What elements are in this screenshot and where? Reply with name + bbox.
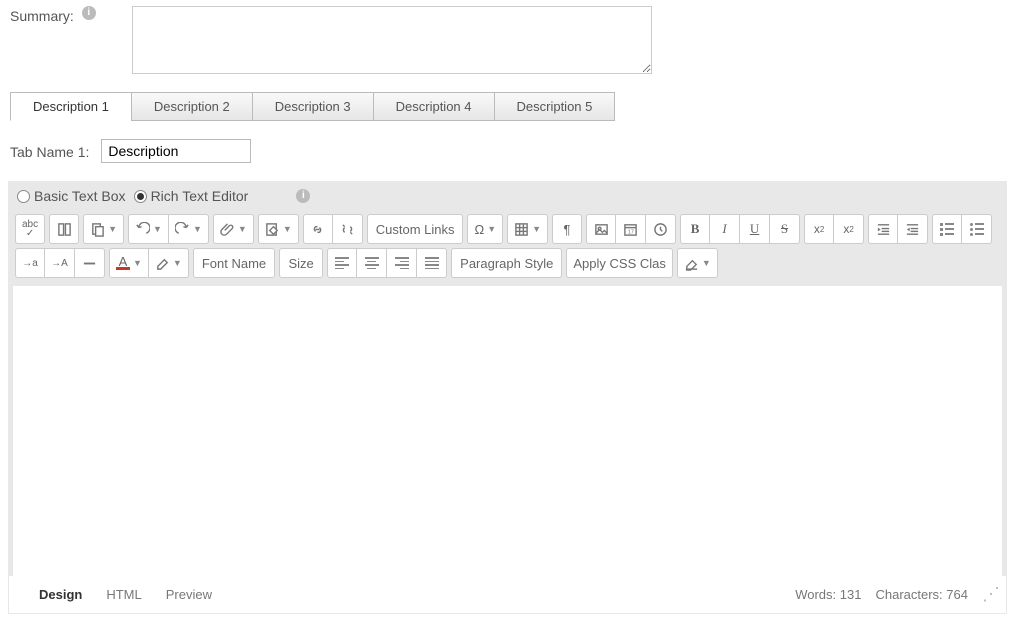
description-tabs: Description 1 Description 2 Description … [10,92,1015,121]
symbol-button[interactable]: Ω▼ [467,214,503,244]
time-button[interactable] [646,214,676,244]
radio-rich-text[interactable] [134,190,147,203]
table-button[interactable]: ▼ [507,214,548,244]
font-color-button[interactable]: A▼ [109,248,149,278]
undo-button[interactable]: ▼ [128,214,169,244]
info-icon[interactable]: i [82,6,96,20]
paste-button[interactable]: ▼ [83,214,124,244]
align-left-button[interactable] [327,248,357,278]
tab-name-label: Tab Name 1: [10,142,89,160]
subscript-button[interactable]: x2 [834,214,864,244]
view-tab-html[interactable]: HTML [106,587,141,602]
find-button[interactable] [49,214,79,244]
tab-description-1[interactable]: Description 1 [10,92,132,121]
redo-button[interactable]: ▼ [169,214,209,244]
tab-description-2[interactable]: Description 2 [131,92,253,121]
tab-description-3[interactable]: Description 3 [252,92,374,121]
radio-basic-label: Basic Text Box [34,188,126,204]
attachment-button[interactable]: ▼ [213,214,254,244]
tab-description-5[interactable]: Description 5 [494,92,616,121]
image-button[interactable] [586,214,616,244]
css-class-dropdown[interactable]: Apply CSS Clas [566,248,672,278]
info-icon[interactable]: i [296,189,310,203]
edit-button[interactable]: ▼ [258,214,299,244]
tab-name-input[interactable] [101,139,251,163]
char-count: Characters: 764 [875,587,968,602]
outdent-button[interactable] [898,214,928,244]
highlight-color-button[interactable]: ▼ [149,248,189,278]
radio-basic-text[interactable] [17,190,30,203]
word-count: Words: 131 [795,587,861,602]
summary-label: Summary: [10,6,74,24]
bold-button[interactable]: B [680,214,710,244]
tab-description-4[interactable]: Description 4 [373,92,495,121]
align-justify-button[interactable] [417,248,447,278]
unordered-list-button[interactable] [932,214,962,244]
strikethrough-button[interactable]: S [770,214,800,244]
paragraph-style-dropdown[interactable]: Paragraph Style [451,248,562,278]
text-direction-alt-button[interactable]: →A [45,248,75,278]
custom-links-button[interactable]: Custom Links [367,214,464,244]
align-center-button[interactable] [357,248,387,278]
italic-button[interactable]: I [710,214,740,244]
text-direction-button[interactable]: →a [15,248,45,278]
editor-footer: Design HTML Preview Words: 131 Character… [9,576,1006,613]
link-button[interactable] [303,214,333,244]
resize-handle-icon[interactable]: ⋰ [982,584,996,605]
format-eraser-button[interactable]: ▼ [677,248,718,278]
superscript-button[interactable]: x2 [804,214,834,244]
font-name-dropdown[interactable]: Font Name [193,248,275,278]
spellcheck-button[interactable]: abc✓ [15,214,45,244]
underline-button[interactable]: U [740,214,770,244]
align-right-button[interactable] [387,248,417,278]
svg-text:17: 17 [628,229,634,235]
unlink-button[interactable] [333,214,363,244]
summary-textarea[interactable] [132,6,652,74]
date-button[interactable]: 17 [616,214,646,244]
view-tab-preview[interactable]: Preview [166,587,212,602]
ordered-list-button[interactable] [962,214,992,244]
editor-toolbar: abc✓ ▼ ▼ ▼ ▼ ▼ Custom Links [9,210,1006,286]
radio-rich-label: Rich Text Editor [151,188,249,204]
horizontal-rule-button[interactable] [75,248,105,278]
font-size-dropdown[interactable]: Size [279,248,323,278]
view-tab-design[interactable]: Design [39,587,82,602]
indent-button[interactable] [868,214,898,244]
rich-text-editor: Basic Text Box Rich Text Editor i abc✓ ▼… [8,181,1007,614]
editor-content-area[interactable] [13,286,1002,576]
paragraph-mark-button[interactable]: ¶ [552,214,582,244]
